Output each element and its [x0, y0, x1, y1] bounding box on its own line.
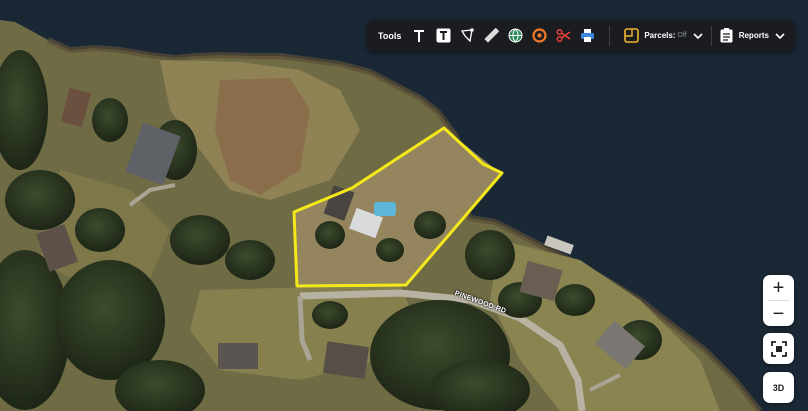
text-icon [414, 29, 425, 42]
fullscreen-icon [770, 340, 787, 357]
reports-dropdown[interactable]: Reports [720, 28, 785, 43]
polygon-draw-icon [460, 28, 474, 43]
polygon-tool-button[interactable] [457, 26, 477, 46]
toolbar-divider [609, 25, 611, 46]
fullscreen-button[interactable] [763, 333, 794, 364]
map-toolbar: Tools Parcels: Off Reports [367, 20, 795, 51]
ruler-icon [484, 28, 499, 43]
reports-label: Reports [738, 31, 769, 40]
text-box-icon [436, 28, 451, 43]
measure-tool-button[interactable] [481, 26, 501, 46]
text-box-tool-button[interactable] [433, 26, 453, 46]
scissors-icon [556, 28, 571, 43]
print-button[interactable] [577, 26, 597, 46]
tools-label: Tools [378, 30, 402, 41]
buffer-tool-button[interactable] [529, 26, 549, 46]
print-icon [580, 29, 594, 42]
buffer-ring-icon [532, 28, 547, 43]
zoom-in-button[interactable]: + [763, 275, 794, 300]
parcels-toggle[interactable]: Parcels: Off [624, 28, 703, 43]
globe-tool-button[interactable] [505, 26, 525, 46]
reports-icon [720, 28, 733, 43]
parcels-label: Parcels: [644, 31, 676, 40]
chevron-down-icon [775, 32, 785, 39]
aerial-map[interactable] [0, 0, 808, 411]
toolbar-divider [710, 25, 712, 46]
zoom-out-button[interactable]: − [763, 301, 794, 326]
3d-view-button[interactable]: 3D [763, 372, 794, 403]
zoom-control: + − [763, 275, 794, 326]
parcels-icon [624, 28, 640, 43]
text-tool-button[interactable] [409, 26, 429, 46]
chevron-down-icon [693, 32, 703, 39]
cut-tool-button[interactable] [553, 26, 573, 46]
parcels-state: Off [677, 32, 687, 39]
globe-icon [508, 28, 523, 43]
